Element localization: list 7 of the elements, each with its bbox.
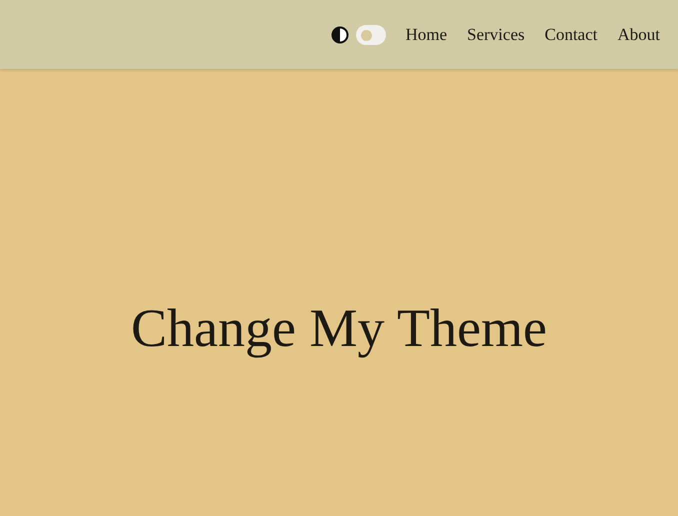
- nav-link[interactable]: About: [618, 24, 660, 44]
- nav-link[interactable]: Services: [467, 24, 525, 44]
- contrast-icon: [331, 26, 350, 44]
- nav-link[interactable]: Contact: [544, 24, 598, 44]
- nav-link[interactable]: Home: [405, 24, 448, 44]
- theme-toggle[interactable]: [356, 24, 386, 44]
- page-heading: Change My Theme: [131, 297, 547, 360]
